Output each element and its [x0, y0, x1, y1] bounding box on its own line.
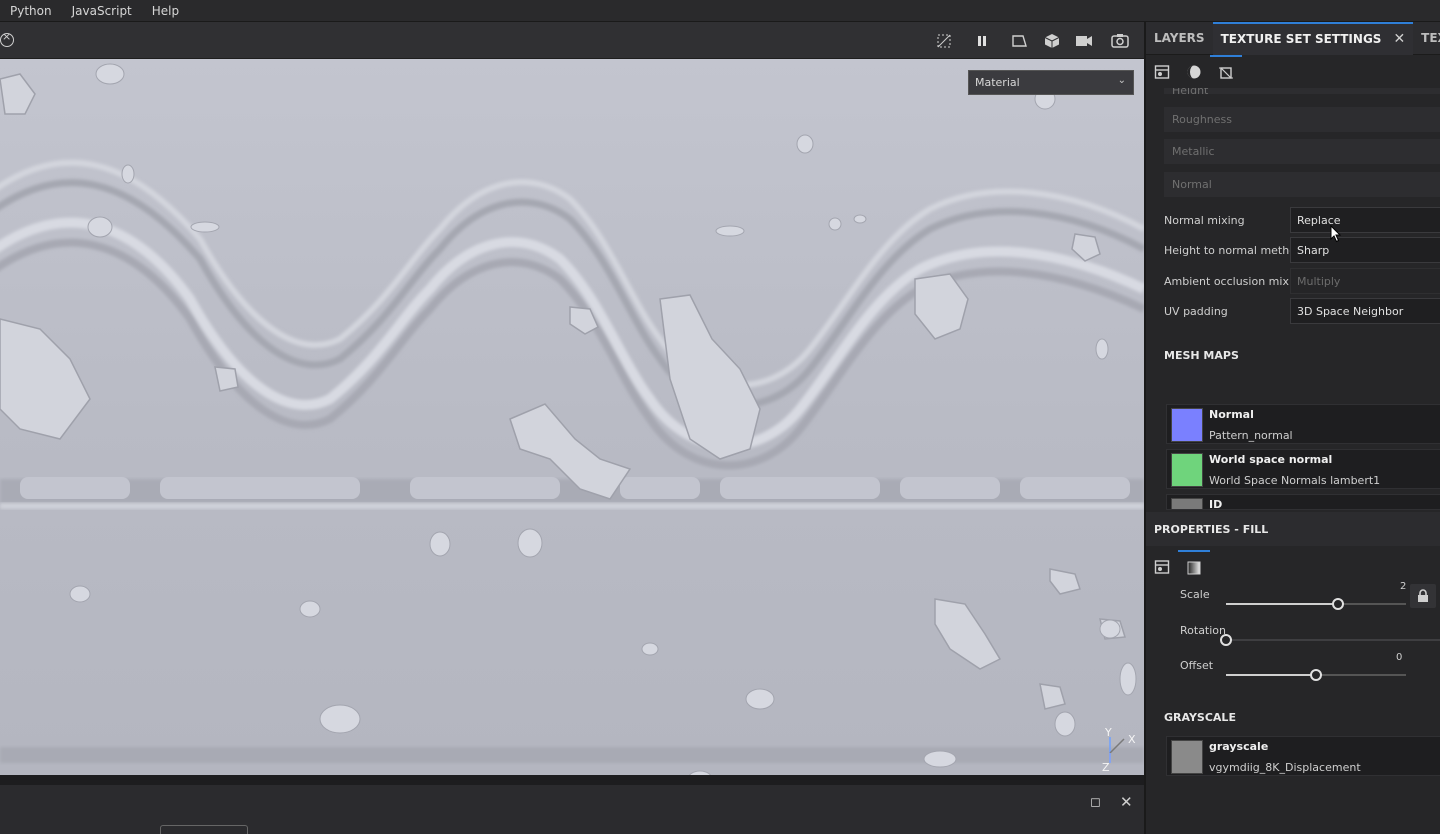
- close-icon[interactable]: ✕: [1120, 793, 1133, 811]
- mesh-map-item[interactable]: Normal Pattern_normal: [1166, 404, 1440, 444]
- bottom-search-field[interactable]: [160, 825, 248, 834]
- uv-padding-row: UV padding 3D Space Neighbor: [1164, 298, 1440, 324]
- tab-texture-set-list[interactable]: TEXTURE SE: [1413, 22, 1440, 55]
- tab-texture-set-settings[interactable]: TEXTURE SET SETTINGS ✕: [1212, 22, 1414, 55]
- close-circle-icon[interactable]: [0, 30, 14, 47]
- ao-mixing-row: Ambient occlusion mixing Multiply: [1164, 268, 1440, 294]
- viewport-toolbar: [0, 22, 1144, 59]
- lock-icon: [1418, 589, 1428, 602]
- height-to-normal-row: Height to normal method Sharp: [1164, 237, 1440, 263]
- grayscale-value: vgymdiig_8K_Displacement: [1209, 761, 1361, 774]
- menu-javascript[interactable]: JavaScript: [62, 4, 142, 18]
- close-tab-icon[interactable]: ✕: [1393, 31, 1405, 47]
- material-select[interactable]: Material ⌄: [968, 70, 1134, 95]
- scale-value: 2: [1400, 581, 1407, 592]
- hide-icon[interactable]: [928, 22, 960, 59]
- camera-video-icon[interactable]: [1068, 22, 1100, 59]
- menu-bar: Python JavaScript Help: [0, 0, 1440, 22]
- ao-mixing-select: Multiply: [1290, 268, 1440, 294]
- bottom-panel: ◻ ✕: [0, 785, 1144, 834]
- normal-mixing-row: Normal mixing Replace: [1164, 207, 1440, 233]
- settings-icon[interactable]: [1146, 55, 1178, 88]
- channel-normal: Normal: [1164, 172, 1440, 197]
- panel-tabs: LAYERS TEXTURE SET SETTINGS ✕ TEXTURE SE: [1146, 22, 1440, 55]
- textured-surface-render: [0, 59, 1144, 775]
- tab-layers[interactable]: LAYERS: [1146, 22, 1213, 55]
- fill-settings-icon[interactable]: [1146, 550, 1178, 583]
- rotation-label: Rotation: [1180, 624, 1227, 637]
- mesh-map-name: ID: [1209, 498, 1223, 510]
- uv-padding-label: UV padding: [1164, 304, 1228, 318]
- channel-height: Height: [1164, 88, 1440, 94]
- mesh-map-item[interactable]: World space normal World Space Normals l…: [1166, 449, 1440, 489]
- mouse-cursor-icon: [1330, 225, 1342, 243]
- perspective-icon[interactable]: [1004, 22, 1036, 59]
- mesh-map-value: World Space Normals lambert1: [1209, 474, 1381, 487]
- maximize-icon[interactable]: ◻: [1090, 795, 1101, 810]
- gradient-icon[interactable]: [1178, 550, 1210, 583]
- scale-lock-button[interactable]: [1410, 584, 1436, 608]
- channel-metallic: Metallic: [1164, 139, 1440, 164]
- ao-mixing-label: Ambient occlusion mixing: [1164, 274, 1306, 288]
- offset-slider-knob[interactable]: [1310, 669, 1322, 681]
- chevron-down-icon: ⌄: [1117, 75, 1126, 86]
- tab-texture-set-settings-label: TEXTURE SET SETTINGS: [1220, 32, 1382, 46]
- axis-y-label: Y: [1104, 727, 1112, 739]
- axis-gizmo: Y X Z: [1102, 727, 1136, 772]
- uv-padding-select[interactable]: 3D Space Neighbor: [1290, 298, 1440, 324]
- grayscale-item[interactable]: grayscale vgymdiig_8K_Displacement: [1166, 736, 1440, 776]
- normal-swatch: [1171, 408, 1203, 442]
- bottom-divider: [0, 775, 1144, 785]
- texture-set-subtabs: [1146, 55, 1440, 88]
- axis-x-label: X: [1128, 733, 1136, 746]
- mesh-map-name: World space normal: [1209, 453, 1333, 466]
- material-sphere-icon[interactable]: [1178, 55, 1210, 88]
- height-to-normal-label: Height to normal method: [1164, 243, 1303, 257]
- scale-label: Scale: [1180, 588, 1210, 601]
- channel-roughness: Roughness: [1164, 107, 1440, 132]
- pause-icon[interactable]: [960, 22, 1004, 59]
- offset-label: Offset: [1180, 659, 1214, 672]
- rotation-slider-knob[interactable]: [1220, 634, 1232, 646]
- uv-crop-icon[interactable]: [1210, 55, 1242, 88]
- mesh-map-value: Pattern_normal: [1209, 429, 1293, 442]
- properties-fill-title: PROPERTIES - FILL: [1146, 512, 1440, 546]
- mesh-map-name: Normal: [1209, 408, 1254, 421]
- id-swatch: [1171, 498, 1203, 509]
- mesh-maps-title: MESH MAPS: [1164, 349, 1239, 362]
- cube-icon[interactable]: [1036, 22, 1068, 59]
- normal-mixing-label: Normal mixing: [1164, 213, 1245, 227]
- right-panel: LAYERS TEXTURE SET SETTINGS ✕ TEXTURE SE…: [1144, 22, 1440, 834]
- grayscale-swatch: [1171, 740, 1203, 774]
- menu-help[interactable]: Help: [142, 4, 189, 18]
- 3d-viewport[interactable]: Material ⌄ Y X Z: [0, 59, 1144, 775]
- offset-slider-fill: [1226, 674, 1316, 676]
- offset-slider[interactable]: [1226, 669, 1406, 681]
- scale-slider-knob[interactable]: [1331, 598, 1344, 610]
- scale-slider[interactable]: [1226, 598, 1406, 610]
- scale-slider-fill: [1226, 603, 1338, 605]
- offset-value: 0: [1396, 652, 1403, 663]
- grayscale-title: GRAYSCALE: [1164, 711, 1236, 724]
- screenshot-icon[interactable]: [1100, 22, 1140, 59]
- mesh-map-item[interactable]: ID: [1166, 494, 1440, 510]
- fill-subtabs: [1146, 550, 1440, 583]
- normal-mixing-select[interactable]: Replace: [1290, 207, 1440, 233]
- axis-z-label: Z: [1102, 761, 1110, 772]
- grayscale-name: grayscale: [1209, 740, 1269, 753]
- world-normal-swatch: [1171, 453, 1203, 487]
- height-to-normal-select[interactable]: Sharp: [1290, 237, 1440, 263]
- material-select-value: Material: [975, 76, 1020, 89]
- menu-python[interactable]: Python: [0, 4, 62, 18]
- rotation-slider[interactable]: [1220, 634, 1440, 646]
